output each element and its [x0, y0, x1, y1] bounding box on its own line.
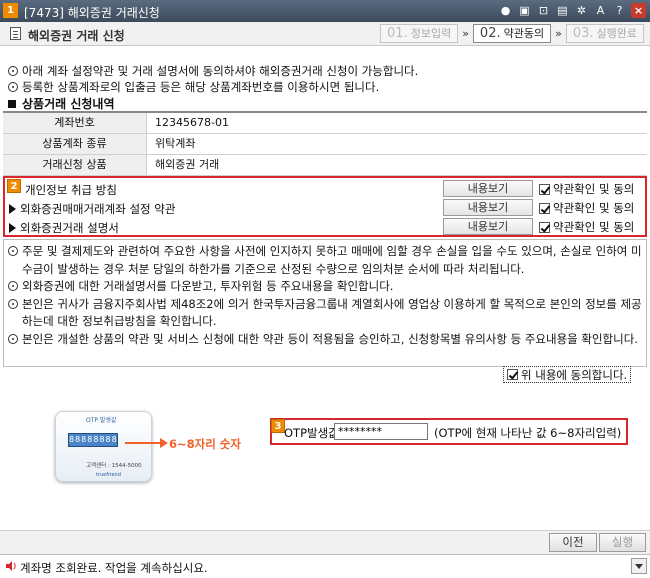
agreement-label: 외화증권매매거래계좌 설정 약관 — [9, 201, 175, 217]
window-icon[interactable]: ▣ — [517, 3, 532, 18]
product-label: 거래신청 상품 — [3, 155, 147, 175]
step-arrow-icon: » — [462, 27, 469, 40]
window-number-badge: 1 — [3, 3, 18, 18]
agreement-row: 외화증권매매거래계좌 설정 약관 내용보기 약관확인 및 동의 — [5, 198, 645, 217]
document-icon — [10, 27, 21, 40]
view-privacy-policy-button[interactable]: 내용보기 — [443, 180, 533, 197]
bullet-icon — [8, 333, 18, 344]
screenshot-icon[interactable]: ⊡ — [536, 3, 551, 18]
bullet-icon — [8, 246, 18, 256]
agreement-label: 개인정보 취급 방침 — [25, 183, 117, 197]
page-title: 해외증권 거래 신청 — [28, 29, 125, 43]
arrowhead-icon — [160, 438, 168, 448]
agree-account-terms-checkbox[interactable]: 약관확인 및 동의 — [539, 200, 634, 216]
agree-privacy-checkbox[interactable]: 약관확인 및 동의 — [539, 181, 634, 197]
bullet-icon — [8, 66, 18, 76]
otp-card-title: OTP 발생값 — [86, 417, 117, 424]
view-trading-guide-button[interactable]: 내용보기 — [443, 218, 533, 235]
otp-device-image: OTP 발생값 88888888 고객센터 : 1544-5000 truefr… — [55, 411, 152, 482]
account-table: 계좌번호 12345678-01 상품계좌 종류 위탁계좌 거래신청 상품 해외… — [3, 111, 647, 176]
table-row: 상품계좌 종류 위탁계좌 — [3, 134, 647, 155]
step-1: 01. 정보입력 — [380, 24, 459, 43]
account-type-value: 위탁계좌 — [155, 137, 196, 150]
settings-icon[interactable]: ✲ — [574, 3, 589, 18]
checkbox-icon[interactable] — [539, 183, 550, 195]
title-bar-icons: ● ▣ ⊡ ▤ ✲ A ? × — [498, 3, 646, 18]
triangle-icon — [9, 223, 16, 233]
agree-all-checkbox[interactable]: 위 내용에 동의합니다. — [503, 366, 632, 383]
note-item: 주문 및 결제제도와 관련하여 주요한 사항을 사전에 인지하지 못하고 매매에… — [8, 243, 642, 278]
arrow-icon — [125, 442, 163, 444]
section-title: 상품거래 신청내역 — [8, 95, 115, 112]
account-type-label: 상품계좌 종류 — [3, 134, 147, 154]
status-message: 계좌명 조회완료. 작업을 계속하십시요. — [20, 561, 208, 575]
account-number-label: 계좌번호 — [3, 113, 147, 133]
note-item: 외화증권에 대한 거래설명서를 다운받고, 투자위험 등 주요내용을 확인합니다… — [8, 278, 642, 296]
checkbox-icon[interactable] — [539, 221, 550, 233]
step-badge-3: 3 — [271, 419, 285, 433]
prev-button[interactable]: 이전 — [549, 533, 597, 552]
window-title: [7473] 해외증권 거래신청 — [24, 6, 160, 20]
notice-2: 등록한 상품계좌로의 입출금 등은 해당 상품계좌번호를 이용하시면 됩니다. — [8, 79, 379, 95]
otp-card-cs: 고객센터 : 1544-5000 — [86, 463, 142, 469]
otp-card-screen: 88888888 — [68, 433, 118, 447]
note-item: 본인은 개설한 상품의 약관 및 서비스 신청에 대한 약관 등이 적용됨을 승… — [8, 331, 642, 349]
step-arrow-icon: » — [555, 27, 562, 40]
title-bar: 1 [7473] 해외증권 거래신청 ● ▣ ⊡ ▤ ✲ A ? × — [0, 0, 650, 22]
notes-box: 주문 및 결제제도와 관련하여 주요한 사항을 사전에 인지하지 못하고 매매에… — [3, 239, 647, 367]
font-size-icon[interactable]: A — [593, 3, 608, 18]
triangle-icon — [9, 204, 16, 214]
step-indicator: 01. 정보입력 » 02. 약관동의 » 03. 실행완료 — [380, 24, 644, 43]
pin-icon[interactable]: ● — [498, 3, 513, 18]
bullet-icon — [8, 298, 18, 309]
product-value: 해외증권 거래 — [155, 158, 220, 171]
otp-label: OTP발생값 — [284, 426, 339, 440]
step-2: 02. 약관동의 — [472, 24, 552, 43]
agreements-box: 2 개인정보 취급 방침 내용보기 약관확인 및 동의 외화증권매매거래계좌 설… — [3, 176, 647, 237]
bullet-icon — [8, 281, 18, 291]
checkbox-icon[interactable] — [507, 369, 518, 380]
note-item: 본인은 귀사가 금융지주회사법 제48조2에 의거 한국투자금융그룹내 계열회사… — [8, 296, 642, 331]
help-icon[interactable]: ? — [612, 3, 627, 18]
agree-trading-guide-checkbox[interactable]: 약관확인 및 동의 — [539, 219, 634, 235]
step-3: 03. 실행완료 — [565, 24, 644, 43]
close-icon[interactable]: × — [631, 3, 646, 18]
status-dropdown-button[interactable] — [631, 558, 647, 574]
agreement-label: 외화증권거래 설명서 — [9, 220, 119, 236]
otp-input-box: 3 OTP발생값 (OTP에 현재 나타난 값 6~8자리입력) — [270, 418, 628, 445]
notice-1: 아래 계좌 설정약관 및 거래 설명서에 동의하셔야 해외증권거래 신청이 가능… — [8, 63, 418, 79]
table-row: 계좌번호 12345678-01 — [3, 113, 647, 134]
otp-card-brand: truefriend — [96, 472, 121, 478]
account-number-value: 12345678-01 — [155, 116, 229, 129]
view-account-terms-button[interactable]: 내용보기 — [443, 199, 533, 216]
otp-input[interactable] — [334, 423, 428, 440]
keep-on-top-icon[interactable]: ▤ — [555, 3, 570, 18]
agreement-row: 외화증권거래 설명서 내용보기 약관확인 및 동의 — [5, 217, 645, 236]
speaker-icon — [6, 561, 16, 571]
status-bar: 계좌명 조회완료. 작업을 계속하십시요. — [0, 554, 650, 578]
square-bullet-icon — [8, 100, 16, 108]
table-row: 거래신청 상품 해외증권 거래 — [3, 155, 647, 176]
otp-description: (OTP에 현재 나타난 값 6~8자리입력) — [434, 426, 622, 440]
bullet-icon — [8, 82, 18, 92]
run-button[interactable]: 실행 — [599, 533, 646, 552]
agreement-row: 개인정보 취급 방침 내용보기 약관확인 및 동의 — [5, 179, 645, 198]
otp-hint: 6~8자리 숫자 — [169, 437, 241, 451]
page-header: 해외증권 거래 신청 01. 정보입력 » 02. 약관동의 » 03. 실행완료 — [0, 22, 650, 46]
checkbox-icon[interactable] — [539, 202, 550, 214]
